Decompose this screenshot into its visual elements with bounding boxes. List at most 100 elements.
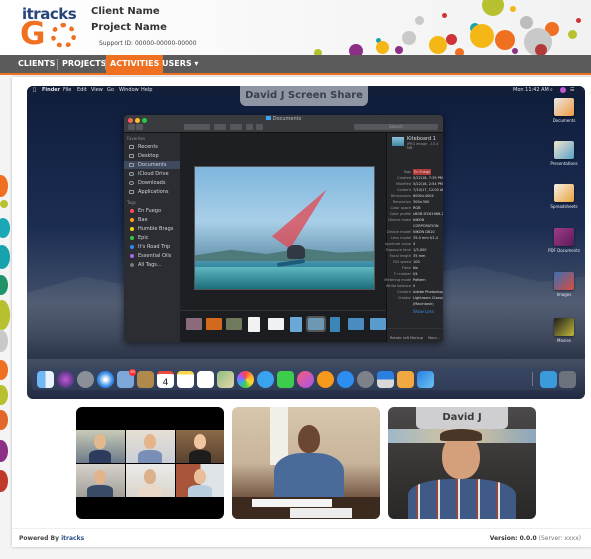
decorative-dot xyxy=(0,440,8,462)
tag-item[interactable]: Epic xyxy=(124,234,180,242)
dock-reminders-icon[interactable] xyxy=(197,371,214,388)
dock-xcode-icon[interactable] xyxy=(417,371,434,388)
finder-search-field[interactable]: Search xyxy=(354,124,438,130)
participant-video xyxy=(76,430,125,463)
movies-stack-icon xyxy=(554,318,574,336)
decorative-dot xyxy=(0,360,8,380)
tag-item[interactable]: En Fuego xyxy=(124,207,180,215)
dock-calendar-icon[interactable]: 4 xyxy=(157,371,174,388)
thumbnail-selected[interactable] xyxy=(306,316,326,332)
forward-button[interactable] xyxy=(136,124,143,130)
thumbnail[interactable] xyxy=(248,317,260,332)
thumbnail[interactable] xyxy=(206,318,222,330)
thumbnail-strip xyxy=(180,310,386,342)
back-button[interactable] xyxy=(128,124,135,130)
video-tile-presenter[interactable] xyxy=(232,407,380,519)
participant-torso xyxy=(138,450,162,463)
tag-dot-icon xyxy=(130,254,134,258)
thumbnail[interactable] xyxy=(348,318,364,330)
dock-launchpad-icon[interactable] xyxy=(77,371,94,388)
decorative-dot xyxy=(376,41,389,54)
desktop-stack-movies[interactable]: Movies xyxy=(544,318,584,343)
desktop-icon-label: PDF Documents xyxy=(548,248,580,253)
view-mode-buttons[interactable] xyxy=(184,124,210,130)
desktop-stack-spreadsheets[interactable]: Spreadsheets xyxy=(544,184,584,209)
favorites-heading: Favorites xyxy=(127,136,146,141)
dock-contacts-icon[interactable] xyxy=(137,371,154,388)
thumbnail[interactable] xyxy=(370,318,386,330)
thumbnail[interactable] xyxy=(290,317,302,332)
sidebar-item-recents[interactable]: Recents xyxy=(124,143,180,151)
thumbnail[interactable] xyxy=(226,318,242,330)
tag-item[interactable]: All Tags... xyxy=(124,261,180,269)
markup-button[interactable]: Markup xyxy=(410,336,423,340)
dock-notes-icon[interactable] xyxy=(177,371,194,388)
dock-maps-icon[interactable] xyxy=(217,371,234,388)
itracks-go-logo[interactable]: itracks G xyxy=(20,5,82,51)
group-button[interactable] xyxy=(214,124,226,130)
tag-item[interactable]: Humble Brags xyxy=(124,225,180,233)
itracks-link[interactable]: itracks xyxy=(61,535,84,542)
participant-torso xyxy=(274,453,344,499)
dock-keynote-icon[interactable] xyxy=(377,371,394,388)
tag-item[interactable]: It's Road Trip xyxy=(124,243,180,251)
sidebar-item-documents[interactable]: Documents xyxy=(124,161,180,169)
video-tile-group[interactable] xyxy=(76,407,224,519)
nav-users-dropdown[interactable]: USERS ▾ xyxy=(158,55,202,73)
menu-go: Go xyxy=(107,87,114,93)
dock-pages-icon[interactable] xyxy=(397,371,414,388)
image-preview-kiteboard[interactable] xyxy=(194,166,375,290)
nav-activities[interactable]: ACTIVITIES xyxy=(106,55,164,73)
sidebar-item-applications[interactable]: Applications xyxy=(124,188,180,196)
papers xyxy=(252,499,332,507)
sidebar-item-icloud-drive[interactable]: iCloud Drive xyxy=(124,170,180,178)
nav-projects[interactable]: PROJECTS xyxy=(58,55,110,73)
dock-itunes-icon[interactable] xyxy=(297,371,314,388)
thumbnail[interactable] xyxy=(330,317,340,332)
sidebar-item-downloads[interactable]: Downloads xyxy=(124,179,180,187)
desktop-stack-presentations[interactable]: Presentations xyxy=(544,141,584,166)
preview-surfer xyxy=(287,245,305,259)
tags-heading: Tags xyxy=(127,200,136,205)
decorative-dot xyxy=(495,30,515,50)
screen-share-view:  Finder File Edit View Go Window Help M… xyxy=(27,86,585,399)
tag-label: It's Road Trip xyxy=(138,244,171,250)
thumbnail[interactable] xyxy=(186,318,202,330)
rotate-left-button[interactable]: Rotate Left xyxy=(390,336,409,340)
inspector-actions: Rotate Left Markup More... xyxy=(387,328,443,342)
participant-head xyxy=(94,470,106,484)
powered-by-prefix: Powered By xyxy=(19,535,60,542)
dock-downloads-folder-icon[interactable] xyxy=(540,371,557,388)
dock-system-preferences-icon[interactable] xyxy=(357,371,374,388)
desktop-stack-pdf-documents[interactable]: PDF Documents xyxy=(544,228,584,253)
decorative-dot xyxy=(535,44,547,55)
action-button[interactable] xyxy=(230,124,242,130)
video-tile-speaker[interactable]: David J xyxy=(388,407,536,519)
decorative-dot xyxy=(446,34,457,45)
dock-safari-icon[interactable] xyxy=(97,371,114,388)
tag-item[interactable]: Essential Oils xyxy=(124,252,180,260)
dock-app-store-icon[interactable] xyxy=(337,371,354,388)
dock-mail-icon[interactable]: 30 xyxy=(117,369,136,388)
nav-clients[interactable]: CLIENTS xyxy=(14,55,59,73)
tag-item[interactable]: Bae xyxy=(124,216,180,224)
show-less-link[interactable]: Show Less xyxy=(413,309,434,314)
tag-button[interactable] xyxy=(256,124,263,130)
sidebar-item-desktop[interactable]: Desktop xyxy=(124,152,180,160)
dock-photos-icon[interactable] xyxy=(237,371,254,388)
desktop-stack-images[interactable]: Images xyxy=(544,272,584,297)
dock-finder-icon[interactable] xyxy=(37,371,54,388)
more-button[interactable]: More... xyxy=(428,336,440,340)
decorative-dot xyxy=(0,245,10,269)
dock-trash-icon[interactable] xyxy=(559,371,576,388)
thumbnail[interactable] xyxy=(268,318,284,330)
menu-edit: Edit xyxy=(77,87,87,93)
dock-ibooks-icon[interactable] xyxy=(317,371,334,388)
version-label: Version: 0.0.0 xyxy=(489,535,537,542)
dock-siri-icon[interactable] xyxy=(57,371,74,388)
dock-messages-icon[interactable] xyxy=(257,371,274,388)
dock-facetime-icon[interactable] xyxy=(277,371,294,388)
share-button[interactable] xyxy=(246,124,253,130)
page: itracks G Client Name Project Name Suppo… xyxy=(0,0,591,559)
desktop-stack-documents[interactable]: Documents xyxy=(544,98,584,123)
